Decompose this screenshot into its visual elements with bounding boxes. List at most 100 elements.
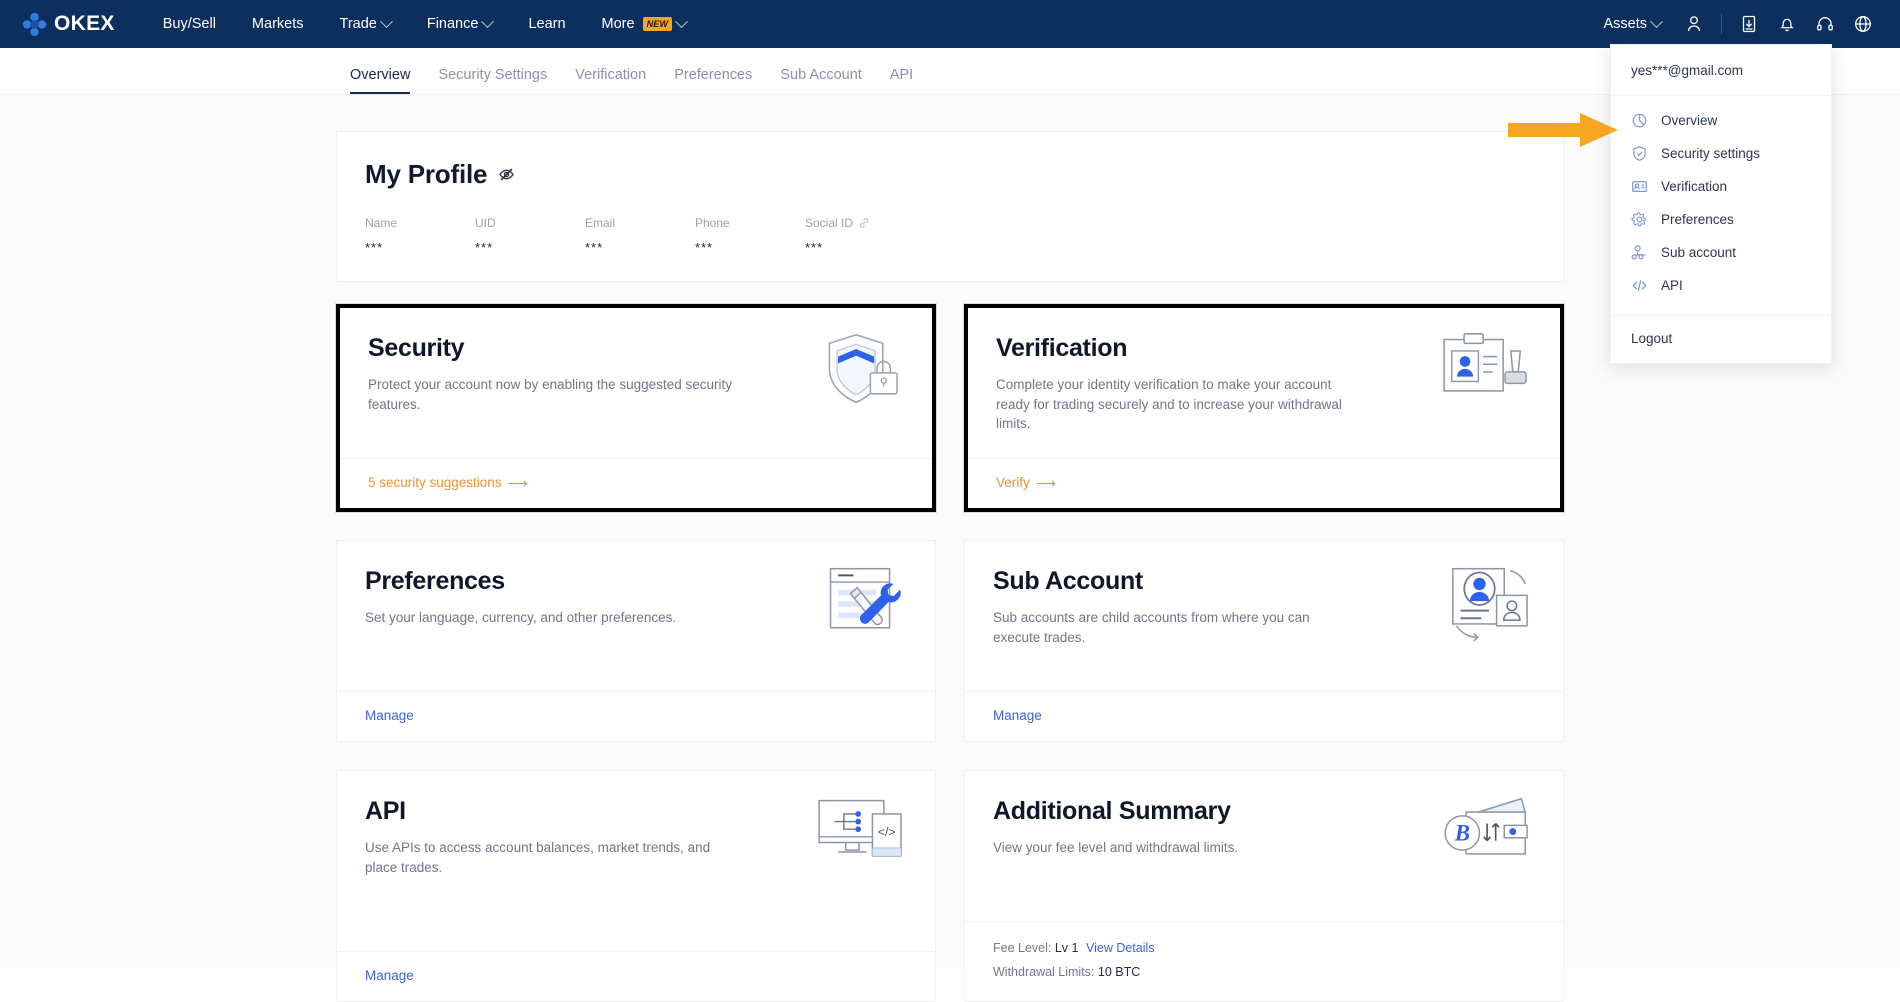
nav-label: Trade xyxy=(339,16,377,32)
eye-off-icon[interactable] xyxy=(497,165,516,184)
tab-label: Verification xyxy=(575,67,647,83)
tab-label: Security Settings xyxy=(438,67,548,83)
chevron-down-icon xyxy=(1650,14,1663,28)
primary-nav: Buy/Sell Markets Trade Finance Learn Mor… xyxy=(145,0,704,48)
tab-verification[interactable]: Verification xyxy=(561,67,660,94)
arrow-right-icon: ⟶ xyxy=(507,474,528,491)
card-verification[interactable]: Verification Complete your identity veri… xyxy=(963,303,1565,513)
verify-link[interactable]: Verify ⟶ xyxy=(996,475,1056,490)
dropdown-item-label: Overview xyxy=(1661,113,1718,128)
dropdown-item-preferences[interactable]: Preferences xyxy=(1611,203,1831,236)
gear-icon xyxy=(1631,212,1646,227)
support-button[interactable] xyxy=(1806,0,1844,48)
card-security[interactable]: Security Protect your account now by ena… xyxy=(335,303,937,513)
logout-button[interactable]: Logout xyxy=(1611,316,1831,363)
api-manage-link[interactable]: Manage xyxy=(365,968,414,983)
card-description: View your fee level and withdrawal limit… xyxy=(993,840,1239,855)
view-details-link[interactable]: View Details xyxy=(1086,941,1155,955)
pie-chart-icon xyxy=(1632,113,1647,128)
profile-field-social-id: Social ID *** xyxy=(805,216,870,255)
profile-field-email: Email *** xyxy=(585,216,695,255)
field-value: *** xyxy=(695,240,714,255)
bell-icon xyxy=(1780,18,1794,32)
user-icon xyxy=(1687,16,1701,32)
card-description: Complete your identity verification to m… xyxy=(996,377,1342,432)
card-security-body: Security Protect your account now by ena… xyxy=(340,308,932,458)
tab-security-settings[interactable]: Security Settings xyxy=(424,67,561,94)
tab-preferences[interactable]: Preferences xyxy=(660,67,766,94)
shield-check-icon xyxy=(1633,146,1646,161)
api-monitor-illustration-icon: </> xyxy=(818,799,902,857)
nav-right-group: Assets xyxy=(1589,0,1882,48)
new-badge: NEW xyxy=(642,17,673,31)
language-button[interactable] xyxy=(1844,0,1882,48)
fee-level-label: Fee Level: xyxy=(993,941,1052,955)
assets-menu[interactable]: Assets xyxy=(1589,0,1675,48)
okex-logo[interactable]: OKEX xyxy=(22,12,115,37)
nav-item-trade[interactable]: Trade xyxy=(322,0,409,48)
withdrawal-limit-row: Withdrawal Limits: 10 BTC xyxy=(993,961,1535,985)
dropdown-item-overview[interactable]: Overview xyxy=(1611,104,1831,137)
card-additional-summary-body: Additional Summary View your fee level a… xyxy=(965,771,1563,921)
card-additional-summary[interactable]: Additional Summary View your fee level a… xyxy=(964,770,1564,1002)
svg-text:B: B xyxy=(1454,821,1470,846)
field-label: Social ID xyxy=(805,216,870,230)
nav-item-finance[interactable]: Finance xyxy=(409,0,511,48)
link-label: 5 security suggestions xyxy=(368,475,502,490)
account-button[interactable] xyxy=(1675,0,1713,48)
tab-label: Overview xyxy=(350,67,411,83)
sub-account-manage-link[interactable]: Manage xyxy=(993,708,1042,723)
tab-sub-account[interactable]: Sub Account xyxy=(766,67,875,94)
fee-level-row: Fee Level: Lv 1 View Details xyxy=(993,937,1535,961)
nav-label: Markets xyxy=(251,16,304,32)
dropdown-item-security-settings[interactable]: Security settings xyxy=(1611,137,1831,170)
nav-item-markets[interactable]: Markets xyxy=(234,0,322,48)
field-label: Name xyxy=(365,216,398,230)
nav-label: More xyxy=(601,16,635,32)
preferences-manage-link[interactable]: Manage xyxy=(365,708,414,723)
card-sub-account[interactable]: Sub Account Sub accounts are child accou… xyxy=(964,540,1564,742)
card-api[interactable]: API Use APIs to access account balances,… xyxy=(336,770,936,1002)
dropdown-item-list: Overview Security settings Verification xyxy=(1611,96,1831,308)
profile-header: My Profile xyxy=(365,159,1535,190)
account-card-grid: Security Protect your account now by ena… xyxy=(335,303,1565,1002)
nav-label: Learn xyxy=(528,16,566,32)
dropdown-item-api[interactable]: API xyxy=(1611,269,1831,302)
security-suggestions-link[interactable]: 5 security suggestions ⟶ xyxy=(368,475,528,490)
card-description: Sub accounts are child accounts from whe… xyxy=(993,610,1310,645)
dropdown-item-label: Security settings xyxy=(1661,146,1761,161)
tab-overview[interactable]: Overview xyxy=(336,67,424,94)
tab-api[interactable]: API xyxy=(876,67,927,94)
dropdown-item-verification[interactable]: Verification xyxy=(1611,170,1831,203)
brand-name: OKEX xyxy=(54,12,115,35)
card-api-body: API Use APIs to access account balances,… xyxy=(337,771,935,951)
chevron-down-icon xyxy=(481,14,495,28)
dropdown-item-label: Sub account xyxy=(1661,245,1737,260)
profile-field-name: Name *** xyxy=(365,216,475,255)
card-verification-body: Verification Complete your identity veri… xyxy=(968,308,1560,458)
okex-logo-icon xyxy=(22,12,47,36)
profile-field-phone: Phone *** xyxy=(695,216,805,255)
nav-item-learn[interactable]: Learn xyxy=(510,0,583,48)
dropdown-item-label: API xyxy=(1661,278,1683,293)
nav-label: Finance xyxy=(426,16,479,32)
link-label: Verify xyxy=(996,475,1030,490)
dropdown-item-sub-account[interactable]: Sub account xyxy=(1611,236,1831,269)
content-column: My Profile Name *** UID *** Email *** Ph… xyxy=(335,131,1565,1002)
notifications-button[interactable] xyxy=(1768,0,1806,48)
card-preferences[interactable]: Preferences Set your language, currency,… xyxy=(336,540,936,742)
card-api-footer: Manage xyxy=(337,950,935,1001)
download-app-button[interactable] xyxy=(1730,0,1768,48)
link-icon[interactable] xyxy=(858,217,870,229)
headset-icon xyxy=(1817,17,1833,31)
account-dropdown-menu: yes***@gmail.com Overview Security setti… xyxy=(1610,44,1832,364)
id-verification-illustration-icon xyxy=(1443,333,1527,392)
tab-label: Sub Account xyxy=(780,67,862,83)
nav-label: Buy/Sell xyxy=(162,16,216,32)
card-description: Set your language, currency, and other p… xyxy=(365,610,677,625)
nav-item-more[interactable]: More NEW xyxy=(584,0,705,48)
globe-icon xyxy=(1855,16,1871,32)
code-icon xyxy=(1632,280,1647,291)
field-value: *** xyxy=(475,240,494,255)
nav-item-buy-sell[interactable]: Buy/Sell xyxy=(145,0,234,48)
